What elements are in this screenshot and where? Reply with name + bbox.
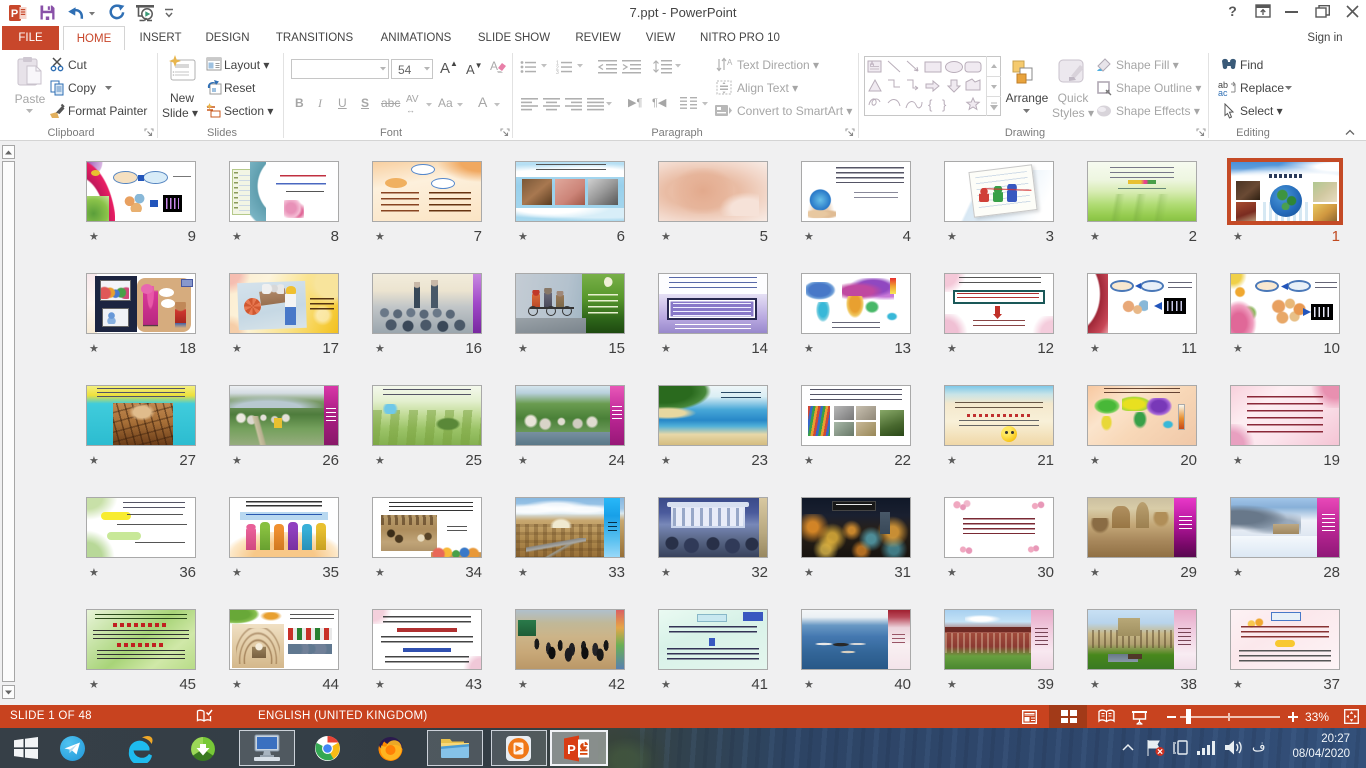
svg-text:}: }: [942, 97, 947, 112]
svg-text:A: A: [727, 58, 733, 67]
svg-text:{: {: [928, 97, 933, 112]
svg-text:A: A: [870, 62, 874, 68]
svg-text:A: A: [490, 59, 498, 73]
svg-text:P: P: [567, 742, 576, 757]
svg-text:ac: ac: [1218, 88, 1228, 97]
svg-text:3: 3: [556, 70, 559, 74]
